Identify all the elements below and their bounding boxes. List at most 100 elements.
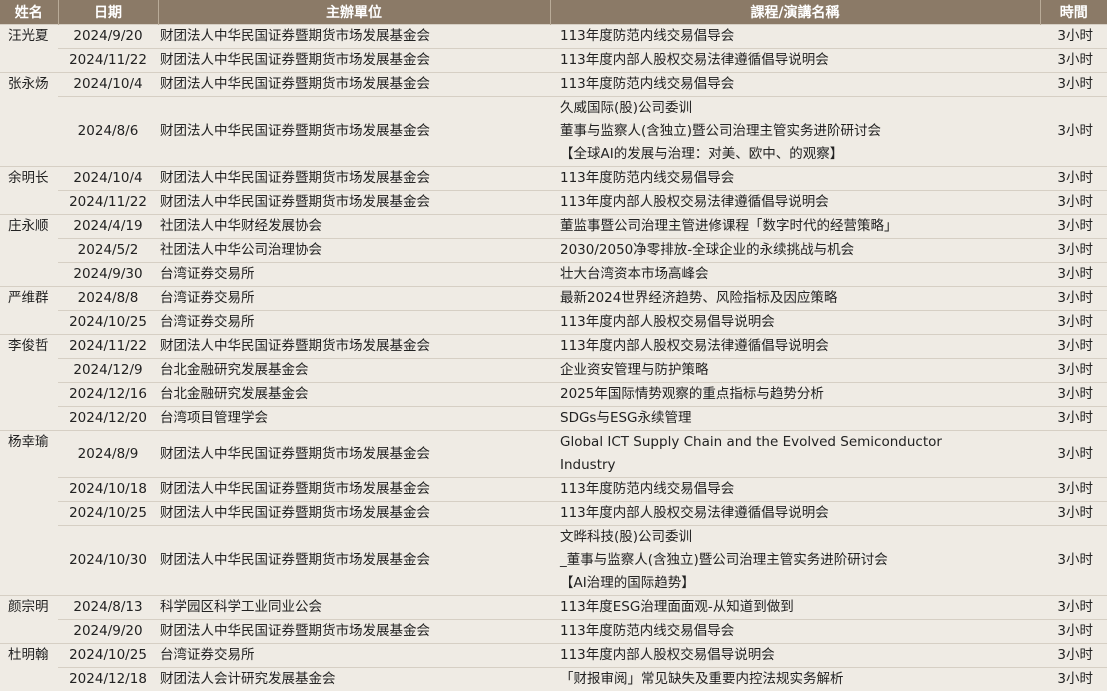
cell-hours: 3小时 xyxy=(1040,359,1107,383)
table-row: 张永炀2024/10/4财团法人中华民国证券暨期货市场发展基金会113年度防范内… xyxy=(0,73,1107,97)
cell-org: 财团法人中华民国证券暨期货市场发展基金会 xyxy=(158,97,550,167)
cell-date: 2024/11/22 xyxy=(58,49,158,73)
cell-hours: 3小时 xyxy=(1040,97,1107,167)
table-row: 2024/8/6财团法人中华民国证券暨期货市场发展基金会久威国际(股)公司委训董… xyxy=(0,97,1107,167)
table-row: 2024/9/30台湾证券交易所壮大台湾资本市场高峰会3小时 xyxy=(0,263,1107,287)
cell-hours: 3小时 xyxy=(1040,73,1107,97)
cell-date: 2024/11/22 xyxy=(58,191,158,215)
course-line: Global ICT Supply Chain and the Evolved … xyxy=(560,431,1038,454)
table-row: 汪光夏2024/9/20财团法人中华民国证券暨期货市场发展基金会113年度防范内… xyxy=(0,25,1107,49)
cell-course: 2030/2050净零排放-全球企业的永续挑战与机会 xyxy=(550,239,1040,263)
cell-org: 财团法人中华民国证券暨期货市场发展基金会 xyxy=(158,191,550,215)
course-line: 企业资安管理与防护策略 xyxy=(560,359,1038,382)
table-row: 2024/10/18财团法人中华民国证券暨期货市场发展基金会113年度防范内线交… xyxy=(0,478,1107,502)
cell-course: 2025年国际情势观察的重点指标与趋势分析 xyxy=(550,383,1040,407)
course-line: 113年度内部人股权交易倡导说明会 xyxy=(560,644,1038,667)
cell-date: 2024/9/20 xyxy=(58,25,158,49)
cell-course: 113年度防范内线交易倡导会 xyxy=(550,25,1040,49)
course-line: 113年度ESG治理面面观-从知道到做到 xyxy=(560,596,1038,619)
cell-course: 企业资安管理与防护策略 xyxy=(550,359,1040,383)
cell-course: 113年度防范内线交易倡导会 xyxy=(550,478,1040,502)
cell-date: 2024/12/18 xyxy=(58,668,158,691)
cell-hours: 3小时 xyxy=(1040,25,1107,49)
table-row: 严维群2024/8/8台湾证券交易所最新2024世界经济趋势、风险指标及因应策略… xyxy=(0,287,1107,311)
cell-org: 财团法人中华民国证券暨期货市场发展基金会 xyxy=(158,502,550,526)
table-row: 2024/12/16台北金融研究发展基金会2025年国际情势观察的重点指标与趋势… xyxy=(0,383,1107,407)
cell-org: 财团法人中华民国证券暨期货市场发展基金会 xyxy=(158,335,550,359)
course-line: 113年度防范内线交易倡导会 xyxy=(560,73,1038,96)
course-line: 2030/2050净零排放-全球企业的永续挑战与机会 xyxy=(560,239,1038,262)
cell-name: 张永炀 xyxy=(0,73,58,167)
table-row: 2024/10/25财团法人中华民国证券暨期货市场发展基金会113年度内部人股权… xyxy=(0,502,1107,526)
header-hours: 時間 xyxy=(1040,0,1107,25)
table-row: 2024/5/2社团法人中华公司治理协会 2030/2050净零排放-全球企业的永… xyxy=(0,239,1107,263)
course-line: 113年度内部人股权交易倡导说明会 xyxy=(560,311,1038,334)
training-table: 姓名 日期 主辦單位 課程/演講名稱 時間 汪光夏2024/9/20财团法人中华… xyxy=(0,0,1107,691)
cell-course: 久威国际(股)公司委训董事与监察人(含独立)暨公司治理主管实务进阶研讨会【全球A… xyxy=(550,97,1040,167)
table-row: 李俊哲2024/11/22财团法人中华民国证券暨期货市场发展基金会113年度内部… xyxy=(0,335,1107,359)
cell-org: 社团法人中华财经发展协会 xyxy=(158,215,550,239)
cell-org: 财团法人中华民国证券暨期货市场发展基金会 xyxy=(158,526,550,596)
course-line: 【全球AI的发展与治理：对美、欧中、的观察】 xyxy=(560,143,1038,166)
cell-date: 2024/10/4 xyxy=(58,73,158,97)
cell-hours: 3小时 xyxy=(1040,596,1107,620)
cell-course: Global ICT Supply Chain and the Evolved … xyxy=(550,431,1040,478)
course-line: 董事与监察人(含独立)暨公司治理主管实务进阶研讨会 xyxy=(560,120,1038,143)
cell-course: 最新2024世界经济趋势、风险指标及因应策略 xyxy=(550,287,1040,311)
cell-date: 2024/8/8 xyxy=(58,287,158,311)
cell-org: 社团法人中华公司治理协会 xyxy=(158,239,550,263)
cell-date: 2024/9/20 xyxy=(58,620,158,644)
cell-course: 113年度内部人股权交易倡导说明会 xyxy=(550,644,1040,668)
cell-org: 财团法人中华民国证券暨期货市场发展基金会 xyxy=(158,431,550,478)
cell-org: 台北金融研究发展基金会 xyxy=(158,359,550,383)
course-line: 壮大台湾资本市场高峰会 xyxy=(560,263,1038,286)
cell-org: 台湾证券交易所 xyxy=(158,287,550,311)
cell-date: 2024/10/25 xyxy=(58,644,158,668)
cell-date: 2024/12/16 xyxy=(58,383,158,407)
cell-date: 2024/8/6 xyxy=(58,97,158,167)
cell-date: 2024/5/2 xyxy=(58,239,158,263)
cell-date: 2024/12/9 xyxy=(58,359,158,383)
cell-hours: 3小时 xyxy=(1040,287,1107,311)
cell-name: 李俊哲 xyxy=(0,335,58,431)
course-line: Industry xyxy=(560,454,1038,477)
course-line: 113年度防范内线交易倡导会 xyxy=(560,478,1038,501)
cell-name: 庄永顺 xyxy=(0,215,58,287)
cell-hours: 3小时 xyxy=(1040,335,1107,359)
cell-course: 壮大台湾资本市场高峰会 xyxy=(550,263,1040,287)
cell-hours: 3小时 xyxy=(1040,478,1107,502)
cell-org: 台湾证券交易所 xyxy=(158,644,550,668)
cell-course: 113年度防范内线交易倡导会 xyxy=(550,167,1040,191)
cell-course: 文晔科技(股)公司委训_董事与监察人(含独立)暨公司治理主管实务进阶研讨会【AI… xyxy=(550,526,1040,596)
course-line: 2025年国际情势观察的重点指标与趋势分析 xyxy=(560,383,1038,406)
cell-hours: 3小时 xyxy=(1040,191,1107,215)
course-line: 久威国际(股)公司委训 xyxy=(560,97,1038,120)
cell-org: 台湾证券交易所 xyxy=(158,311,550,335)
cell-date: 2024/10/4 xyxy=(58,167,158,191)
course-line: 113年度内部人股权交易法律遵循倡导说明会 xyxy=(560,502,1038,525)
cell-hours: 3小时 xyxy=(1040,620,1107,644)
cell-hours: 3小时 xyxy=(1040,239,1107,263)
table-row: 2024/11/22财团法人中华民国证券暨期货市场发展基金会113年度内部人股权… xyxy=(0,49,1107,73)
cell-course: 「财报审阅」常见缺失及重要内控法规实务解析 xyxy=(550,668,1040,691)
cell-date: 2024/9/30 xyxy=(58,263,158,287)
course-line: 董监事暨公司治理主管进修课程「数字时代的经营策略」 xyxy=(560,215,1038,238)
cell-date: 2024/10/18 xyxy=(58,478,158,502)
table-row: 2024/11/22财团法人中华民国证券暨期货市场发展基金会113年度内部人股权… xyxy=(0,191,1107,215)
cell-hours: 3小时 xyxy=(1040,502,1107,526)
cell-course: 113年度防范内线交易倡导会 xyxy=(550,73,1040,97)
cell-name: 颜宗明 xyxy=(0,596,58,644)
table-row: 颜宗明2024/8/13科学园区科学工业同业公会113年度ESG治理面面观-从知… xyxy=(0,596,1107,620)
table-row: 庄永顺2024/4/19社团法人中华财经发展协会董监事暨公司治理主管进修课程「数… xyxy=(0,215,1107,239)
cell-course: 113年度内部人股权交易法律遵循倡导说明会 xyxy=(550,502,1040,526)
cell-hours: 3小时 xyxy=(1040,215,1107,239)
table-body: 汪光夏2024/9/20财团法人中华民国证券暨期货市场发展基金会113年度防范内… xyxy=(0,25,1107,691)
header-course: 課程/演講名稱 xyxy=(550,0,1040,25)
table-row: 2024/10/25台湾证券交易所113年度内部人股权交易倡导说明会3小时 xyxy=(0,311,1107,335)
cell-hours: 3小时 xyxy=(1040,167,1107,191)
cell-hours: 3小时 xyxy=(1040,49,1107,73)
cell-course: 113年度防范内线交易倡导会 xyxy=(550,620,1040,644)
course-line: 「财报审阅」常见缺失及重要内控法规实务解析 xyxy=(560,668,1038,691)
table-row: 余明长2024/10/4财团法人中华民国证券暨期货市场发展基金会113年度防范内… xyxy=(0,167,1107,191)
cell-course: 113年度内部人股权交易倡导说明会 xyxy=(550,311,1040,335)
